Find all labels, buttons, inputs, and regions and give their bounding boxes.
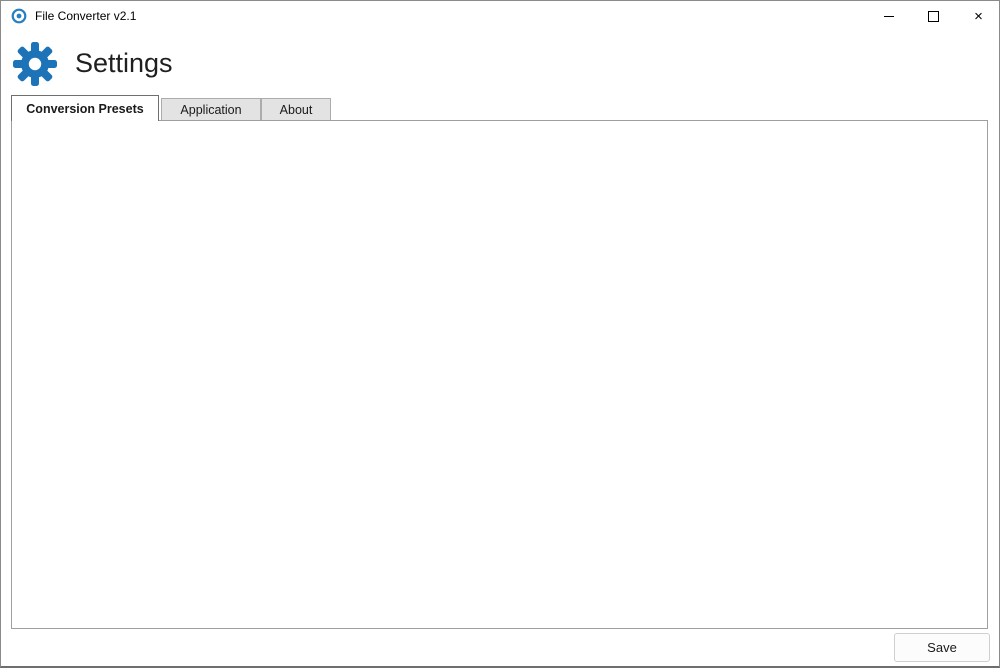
title-bar: File Converter v2.1 × (1, 1, 999, 31)
maximize-button[interactable] (911, 1, 956, 31)
app-icon (11, 8, 27, 24)
tab-application[interactable]: Application (161, 98, 261, 120)
tab-conversion-presets[interactable]: Conversion Presets (11, 95, 159, 121)
tab-about[interactable]: About (261, 98, 331, 120)
page-title: Settings (75, 48, 173, 79)
save-button[interactable]: Save (894, 633, 990, 662)
tab-content-panel (11, 120, 988, 629)
settings-gear-icon (12, 41, 58, 87)
close-button[interactable]: × (956, 1, 1000, 31)
window-title: File Converter v2.1 (35, 9, 136, 23)
minimize-icon (884, 16, 894, 17)
close-icon: × (974, 9, 983, 24)
maximize-icon (928, 11, 939, 22)
minimize-button[interactable] (866, 1, 911, 31)
